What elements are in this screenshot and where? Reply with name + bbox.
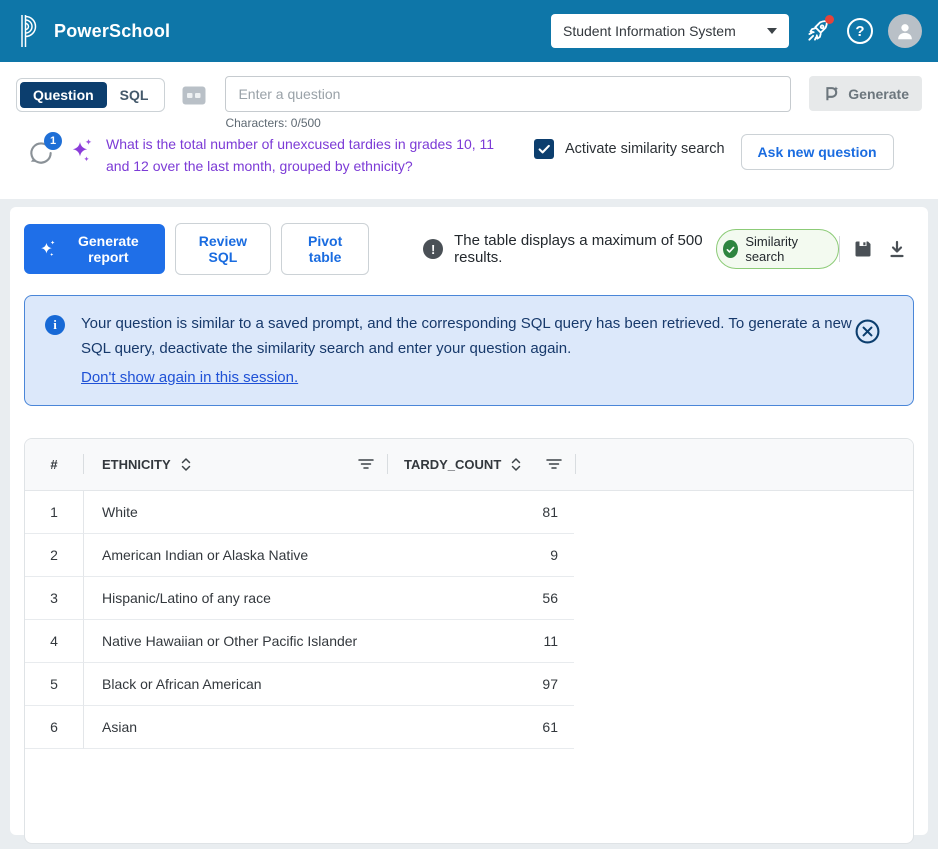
character-counter: Characters: 0/500: [225, 116, 321, 130]
ethnicity-cell: Native Hawaiian or Other Pacific Islande…: [84, 620, 386, 663]
sparkle-icon: [38, 239, 58, 259]
whats-new-button[interactable]: [804, 15, 834, 45]
chevron-down-icon: [767, 28, 777, 34]
table-row: 3 Hispanic/Latino of any race 56: [25, 576, 913, 620]
table-row: 1 White 81: [25, 490, 913, 534]
ethnicity-cell: Black or African American: [84, 663, 386, 706]
page-gap: [0, 199, 938, 207]
similarity-search-label: Activate similarity search: [565, 141, 725, 157]
tab-sql[interactable]: SQL: [107, 82, 162, 108]
row-number-cell: 4: [25, 619, 84, 663]
table-row: 4 Native Hawaiian or Other Pacific Islan…: [25, 619, 913, 663]
product-selector-value: Student Information System: [563, 23, 736, 39]
results-toolbar: Generate report Review SQL Pivot table !…: [24, 223, 914, 276]
table-row: 5 Black or African American 97: [25, 662, 913, 706]
dont-show-again-link[interactable]: Don't show again in this session.: [81, 366, 298, 391]
sort-icon[interactable]: [510, 457, 522, 472]
tardy-count-cell: 11: [386, 620, 574, 663]
similarity-search-checkbox[interactable]: [534, 139, 554, 159]
toolbar-divider: [839, 236, 840, 263]
banner-message: Your question is similar to a saved prom…: [81, 315, 852, 358]
ethnicity-cell: American Indian or Alaska Native: [84, 534, 386, 577]
banner-close-button[interactable]: [854, 318, 881, 348]
powerschool-spark-icon: [822, 85, 840, 103]
row-number-cell: 6: [25, 705, 84, 749]
brand-name: PowerSchool: [54, 20, 171, 41]
download-icon: [887, 239, 907, 259]
table-row: 6 Asian 61: [25, 705, 913, 749]
tardy-count-cell: 9: [386, 534, 574, 577]
tardy-count-cell: 61: [386, 706, 574, 749]
column-header-num: #: [50, 456, 58, 472]
column-header-tardy-count: TARDY_COUNT: [388, 457, 575, 472]
notification-dot: [825, 15, 834, 24]
review-sql-button[interactable]: Review SQL: [174, 223, 272, 276]
app-header: PowerSchool Student Information System ?: [0, 0, 938, 62]
filter-icon[interactable]: [358, 458, 374, 470]
question-input[interactable]: [225, 76, 792, 112]
ask-new-question-button[interactable]: Ask new question: [740, 134, 894, 170]
question-sql-toggle: Question SQL: [16, 78, 166, 112]
column-label: TARDY_COUNT: [404, 456, 502, 472]
save-button[interactable]: [846, 235, 880, 263]
table-header-row: # ETHNICITY TARDY_COUNT: [25, 438, 913, 491]
help-button[interactable]: ?: [847, 18, 873, 44]
question-history-row: 1 What is the total number of unexcused …: [16, 130, 922, 196]
generate-button[interactable]: Generate: [809, 76, 922, 111]
history-count-badge: 1: [44, 132, 62, 150]
history-button[interactable]: 1: [26, 132, 62, 170]
download-button[interactable]: [880, 235, 914, 263]
pivot-table-button[interactable]: Pivot table: [281, 223, 370, 276]
row-number-cell: 5: [25, 662, 84, 706]
similarity-info-banner: i Your question is similar to a saved pr…: [24, 295, 914, 406]
previous-question-text[interactable]: What is the total number of unexcused ta…: [106, 134, 508, 177]
similarity-badge-label: Similarity search: [745, 234, 799, 265]
ethnicity-cell: White: [84, 491, 386, 534]
max-results-text: The table displays a maximum of 500 resu…: [454, 232, 703, 267]
generate-report-button[interactable]: Generate report: [24, 224, 165, 275]
tab-question[interactable]: Question: [20, 82, 107, 108]
results-card: Generate report Review SQL Pivot table !…: [10, 207, 928, 844]
product-selector-dropdown[interactable]: Student Information System: [551, 14, 789, 48]
column-label: ETHNICITY: [102, 456, 171, 472]
person-icon: [894, 20, 916, 42]
column-header-ethnicity: ETHNICITY: [84, 457, 387, 472]
ai-sparkle-icon: [70, 138, 94, 169]
results-table: # ETHNICITY TARDY_COUNT 1 White 81 2 Ame…: [24, 437, 914, 844]
info-icon: i: [45, 315, 65, 336]
ethnicity-cell: Asian: [84, 706, 386, 749]
generate-button-label: Generate: [848, 85, 909, 102]
similarity-search-badge: Similarity search: [716, 229, 840, 270]
brand: PowerSchool: [16, 13, 170, 49]
powerschool-logo-icon: [16, 13, 44, 49]
max-results-notice: ! The table displays a maximum of 500 re…: [423, 232, 704, 266]
header-separator: [575, 454, 576, 475]
user-avatar[interactable]: [888, 14, 922, 48]
save-icon: [853, 239, 873, 259]
table-row: 2 American Indian or Alaska Native 9: [25, 533, 913, 577]
sort-icon[interactable]: [180, 457, 192, 472]
row-number-cell: 2: [25, 533, 84, 577]
row-number-cell: 1: [25, 490, 84, 534]
tardy-count-cell: 97: [386, 663, 574, 706]
row-number-cell: 3: [25, 576, 84, 620]
query-section: Question SQL Characters: 0/500: [0, 62, 938, 200]
tardy-count-cell: 56: [386, 577, 574, 620]
filter-icon[interactable]: [546, 458, 562, 470]
prompt-library-icon[interactable]: [181, 85, 207, 106]
alert-icon: !: [423, 239, 444, 260]
generate-report-label: Generate report: [77, 233, 139, 266]
check-icon: [723, 240, 739, 259]
ethnicity-cell: Hispanic/Latino of any race: [84, 577, 386, 620]
tardy-count-cell: 81: [386, 491, 574, 534]
